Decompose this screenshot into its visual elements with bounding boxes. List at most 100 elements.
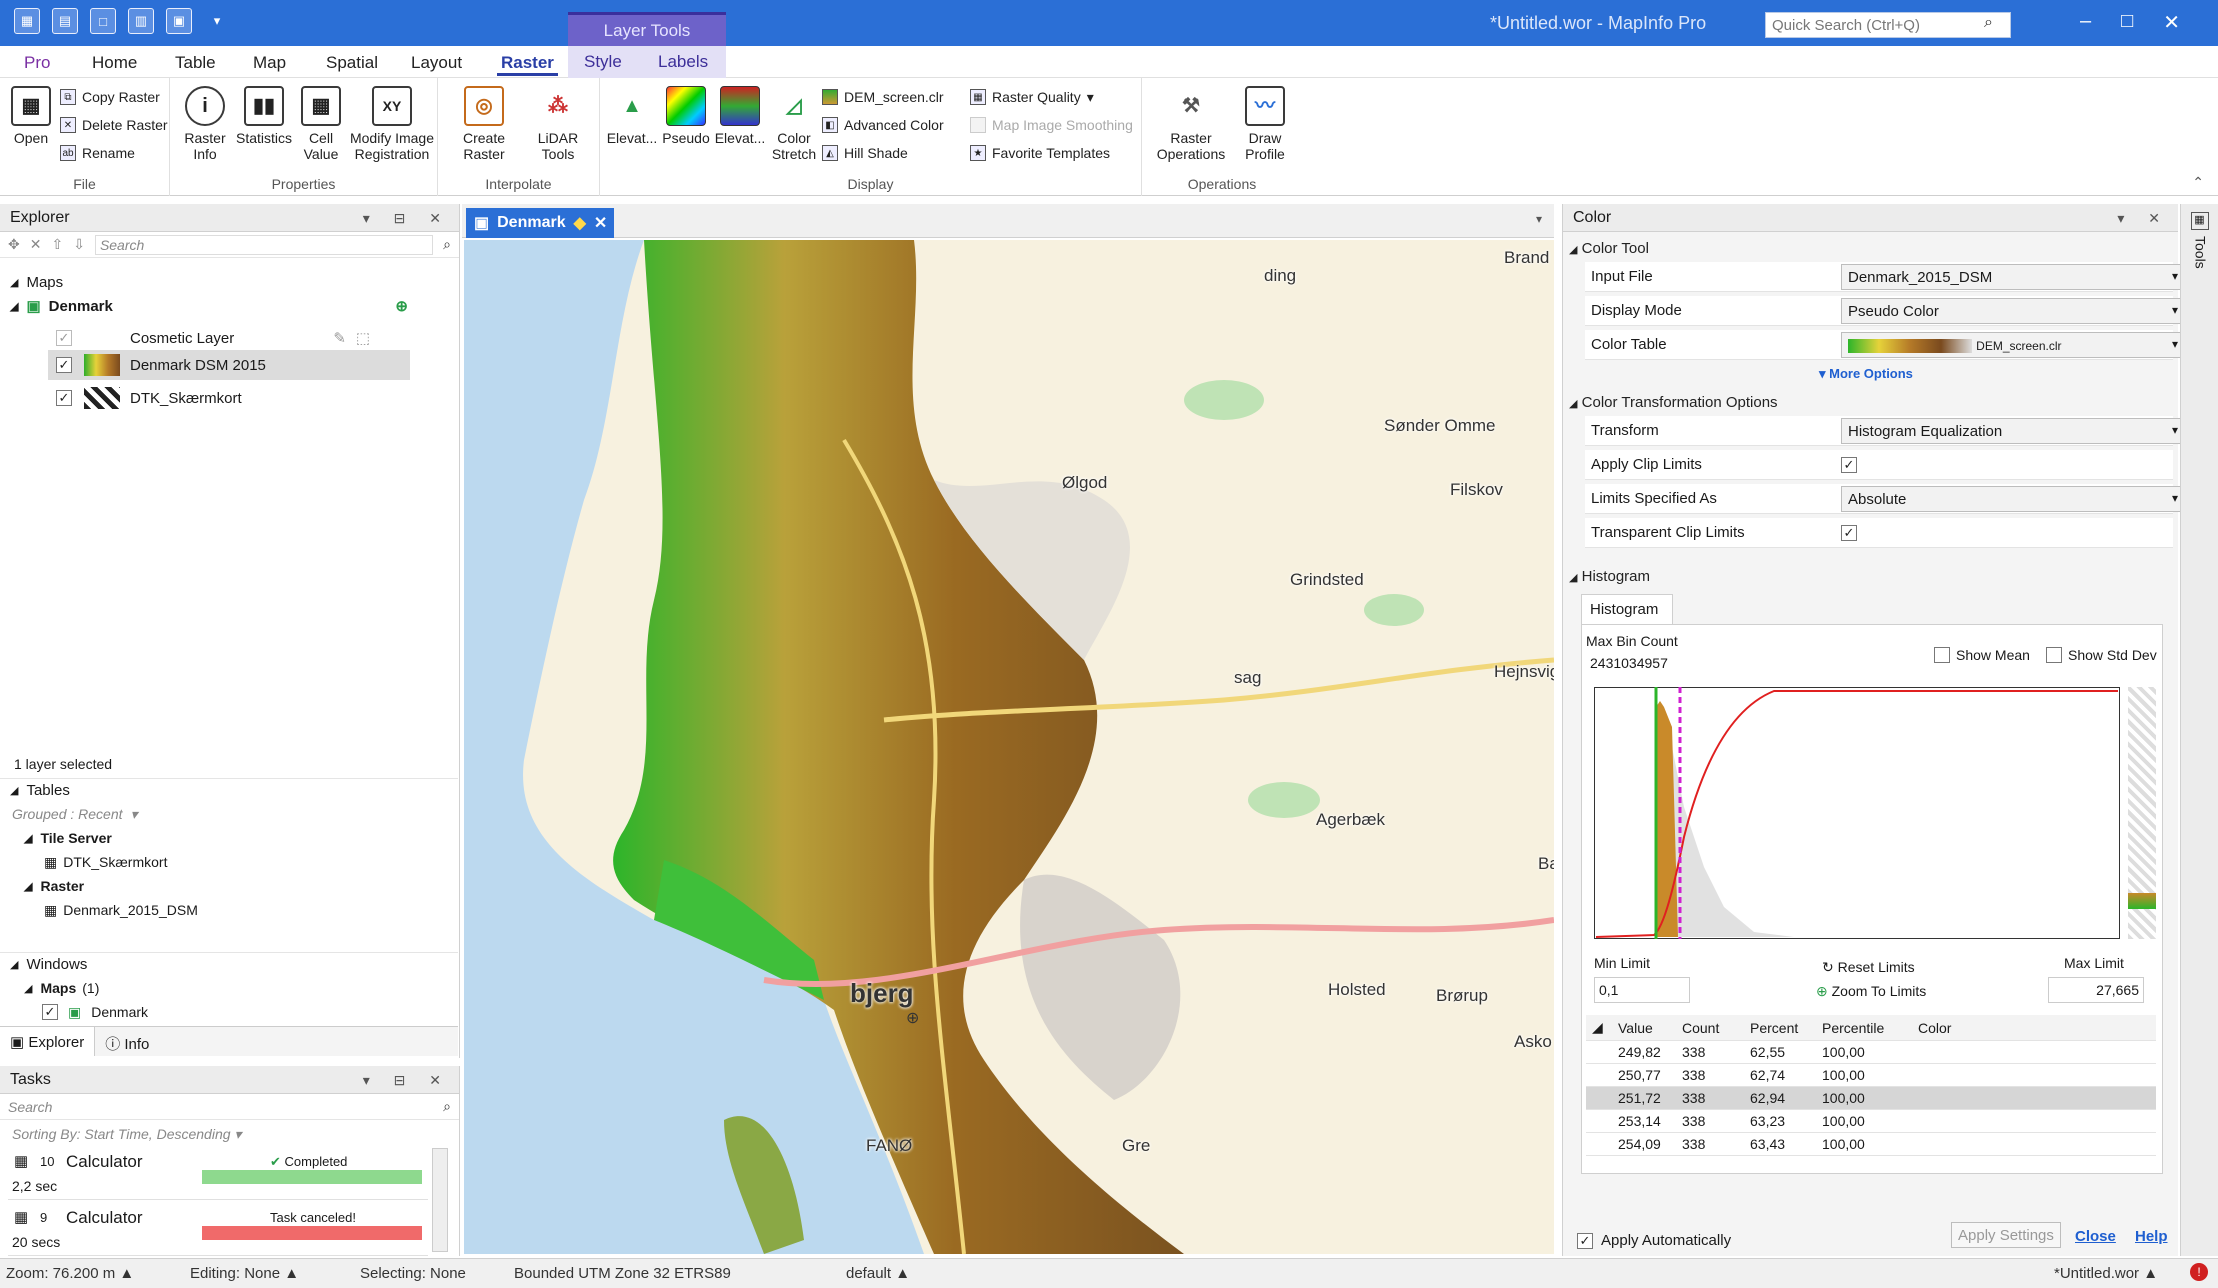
windows-section[interactable]: ◢ Windows (0, 952, 458, 976)
favorite-templates-button[interactable]: ★ Favorite Templates (970, 142, 1110, 164)
tab-labels[interactable]: Labels (642, 46, 726, 78)
pane-controls[interactable]: ▾ ⊟ ✕ (363, 204, 451, 232)
table-dsm[interactable]: ▦ Denmark_2015_DSM (0, 898, 458, 922)
modify-image-button[interactable]: XY Modify Image Registration (348, 86, 436, 162)
tasks-search-input[interactable]: Search (8, 1099, 433, 1115)
show-std-option[interactable]: Show Std Dev (2046, 647, 2157, 663)
column-header[interactable]: Percent (1744, 1020, 1816, 1036)
color-tool-section[interactable]: ◢ Color Tool (1569, 240, 1649, 257)
column-header[interactable]: Color (1912, 1020, 2032, 1036)
workspace-icon[interactable]: ▦ (14, 8, 40, 34)
limits-as-dropdown[interactable]: Absolute ▾ (1841, 486, 2185, 512)
layer-dsm[interactable]: ✓ Denmark DSM 2015 (48, 350, 410, 380)
raster-quality-button[interactable]: ▦ Raster Quality ▾ (970, 86, 1094, 108)
tab-denmark-map[interactable]: ▣ Denmark ◆ ✕ (466, 208, 614, 238)
tools-strip[interactable]: ▦ Tools (2180, 204, 2218, 1256)
tab-raster[interactable]: Raster (497, 50, 558, 76)
browse-icon[interactable]: ▥ (128, 8, 154, 34)
maximize-icon[interactable]: □ (2121, 10, 2133, 35)
grouping-dropdown[interactable]: Grouped : Recent ▾ (0, 802, 458, 826)
tab-explorer[interactable]: ▣ Explorer (0, 1027, 96, 1056)
tasks-sorting[interactable]: Sorting By: Start Time, Descending ▾ (12, 1126, 241, 1143)
tab-style[interactable]: Style (568, 46, 642, 78)
search-icon[interactable]: ⌕ (443, 236, 451, 253)
map-denmark[interactable]: ◢ ▣ Denmark ⊕ (0, 294, 458, 318)
statistics-button[interactable]: ▮▮ Statistics (234, 86, 294, 146)
tab-map[interactable]: Map (249, 50, 290, 76)
tasks-scrollbar[interactable] (432, 1148, 448, 1252)
show-mean-checkbox[interactable] (1934, 647, 1950, 663)
save-icon[interactable]: ▣ (166, 8, 192, 34)
layer-dtk[interactable]: ✓ DTK_Skærmkort (0, 386, 458, 410)
color-stretch-button[interactable]: ◿ Color Stretch (768, 86, 820, 162)
tab-home[interactable]: Home (88, 50, 141, 76)
up-icon[interactable]: ⇧ (51, 236, 63, 253)
delete-raster-button[interactable]: ✕ Delete Raster (60, 114, 168, 136)
table-dtk[interactable]: ▦ DTK_Skærmkort (0, 850, 458, 874)
column-header[interactable]: Count (1676, 1020, 1744, 1036)
maps-section[interactable]: ◢ Maps (0, 270, 458, 294)
column-header[interactable]: Value (1612, 1020, 1676, 1036)
zoom-status[interactable]: Zoom: 76.200 m ▲ (6, 1265, 134, 1282)
add-layer-icon[interactable]: ⊕ (395, 297, 408, 315)
transparent-clip-checkbox[interactable]: ✓ (1841, 525, 1857, 541)
close-icon[interactable]: ✕ (594, 213, 607, 233)
column-header[interactable]: Percentile (1816, 1020, 1912, 1036)
copy-raster-button[interactable]: ⧉ Copy Raster (60, 86, 160, 108)
table-row[interactable]: 250,77 338 62,74 100,00 (1586, 1064, 2156, 1087)
add-icon[interactable]: ✥ (8, 236, 20, 253)
display-mode-dropdown[interactable]: Pseudo Color ▾ (1841, 298, 2185, 324)
help-button[interactable]: Help (2135, 1228, 2168, 1245)
new-icon[interactable]: □ (90, 8, 116, 34)
raster-group[interactable]: ◢ Raster (0, 874, 458, 898)
elevation-button-1[interactable]: ▲ Elevat... (606, 86, 658, 146)
task-item[interactable]: ▦ 10 Calculator ✔ Completed 2,2 sec (8, 1148, 428, 1200)
layer-visibility-checkbox[interactable]: ✓ (56, 357, 72, 373)
table-row[interactable]: 253,14 338 63,23 100,00 (1586, 1110, 2156, 1133)
layer-visibility-checkbox[interactable]: ✓ (56, 330, 72, 346)
open-button[interactable]: ▦ Open (8, 86, 54, 146)
pane-controls[interactable]: ▾ ⊟ ✕ (363, 1066, 451, 1094)
advanced-color-button[interactable]: ◧ Advanced Color (822, 114, 944, 136)
show-std-checkbox[interactable] (2046, 647, 2062, 663)
layer-cosmetic[interactable]: ✓ Cosmetic Layer ✎ ⬚ (0, 326, 458, 350)
close-icon[interactable]: ✕ (2163, 10, 2180, 35)
tab-spatial[interactable]: Spatial (322, 50, 382, 76)
raster-operations-button[interactable]: ⚒ Raster Operations (1154, 86, 1228, 162)
transform-section[interactable]: ◢ Color Transformation Options (1569, 394, 1778, 411)
close-button[interactable]: Close (2075, 1228, 2116, 1245)
table-row[interactable]: 254,09 338 63,43 100,00 (1586, 1133, 2156, 1156)
table-row[interactable]: 251,72 338 62,94 100,00 (1586, 1087, 2156, 1110)
notification-icon[interactable]: ! (2190, 1263, 2208, 1281)
open-icon[interactable]: ▤ (52, 8, 78, 34)
max-limit-input[interactable]: 27,665 (2048, 977, 2144, 1003)
windows-maps-group[interactable]: ◢ Maps (1) (0, 976, 458, 1000)
customize-qat-icon[interactable]: ▾ (204, 8, 230, 34)
pane-controls[interactable]: ▾ ✕ (2117, 204, 2170, 232)
map-window[interactable]: Brand ding Sønder Omme Ølgod Filskov Gri… (464, 240, 1554, 1254)
tab-layout[interactable]: Layout (407, 50, 466, 76)
draw-profile-button[interactable]: 〰 Draw Profile (1234, 86, 1296, 162)
minimize-icon[interactable]: – (2080, 10, 2091, 35)
transform-dropdown[interactable]: Histogram Equalization ▾ (1841, 418, 2185, 444)
select-icon[interactable]: ⬚ (356, 329, 370, 347)
create-raster-button[interactable]: ◎ Create Raster (452, 86, 516, 162)
pseudo-button[interactable]: Pseudo (660, 86, 712, 146)
min-limit-input[interactable]: 0,1 (1594, 977, 1690, 1003)
rename-button[interactable]: ab Rename (60, 142, 135, 164)
zoom-to-limits-button[interactable]: ⊕ Zoom To Limits (1816, 983, 1926, 1000)
reset-limits-button[interactable]: ↻ Reset Limits (1822, 959, 1915, 976)
apply-automatically-option[interactable]: ✓ Apply Automatically (1577, 1232, 1731, 1249)
lidar-tools-button[interactable]: ⁂ LiDAR Tools (526, 86, 590, 162)
table-row[interactable]: 249,82 338 62,55 100,00 (1586, 1041, 2156, 1064)
apply-automatically-checkbox[interactable]: ✓ (1577, 1232, 1593, 1249)
explorer-search-input[interactable]: Search (94, 234, 434, 255)
tile-server-group[interactable]: ◢ Tile Server (0, 826, 458, 850)
style-status[interactable]: default ▲ (846, 1265, 910, 1282)
histogram-tab[interactable]: Histogram (1581, 594, 1673, 624)
apply-clip-checkbox[interactable]: ✓ (1841, 457, 1857, 473)
raster-info-button[interactable]: i Raster Info (180, 86, 230, 162)
tab-list-icon[interactable]: ▾ (1536, 212, 1542, 226)
layer-visibility-checkbox[interactable]: ✓ (56, 390, 72, 406)
edit-icon[interactable]: ✎ (333, 329, 346, 347)
